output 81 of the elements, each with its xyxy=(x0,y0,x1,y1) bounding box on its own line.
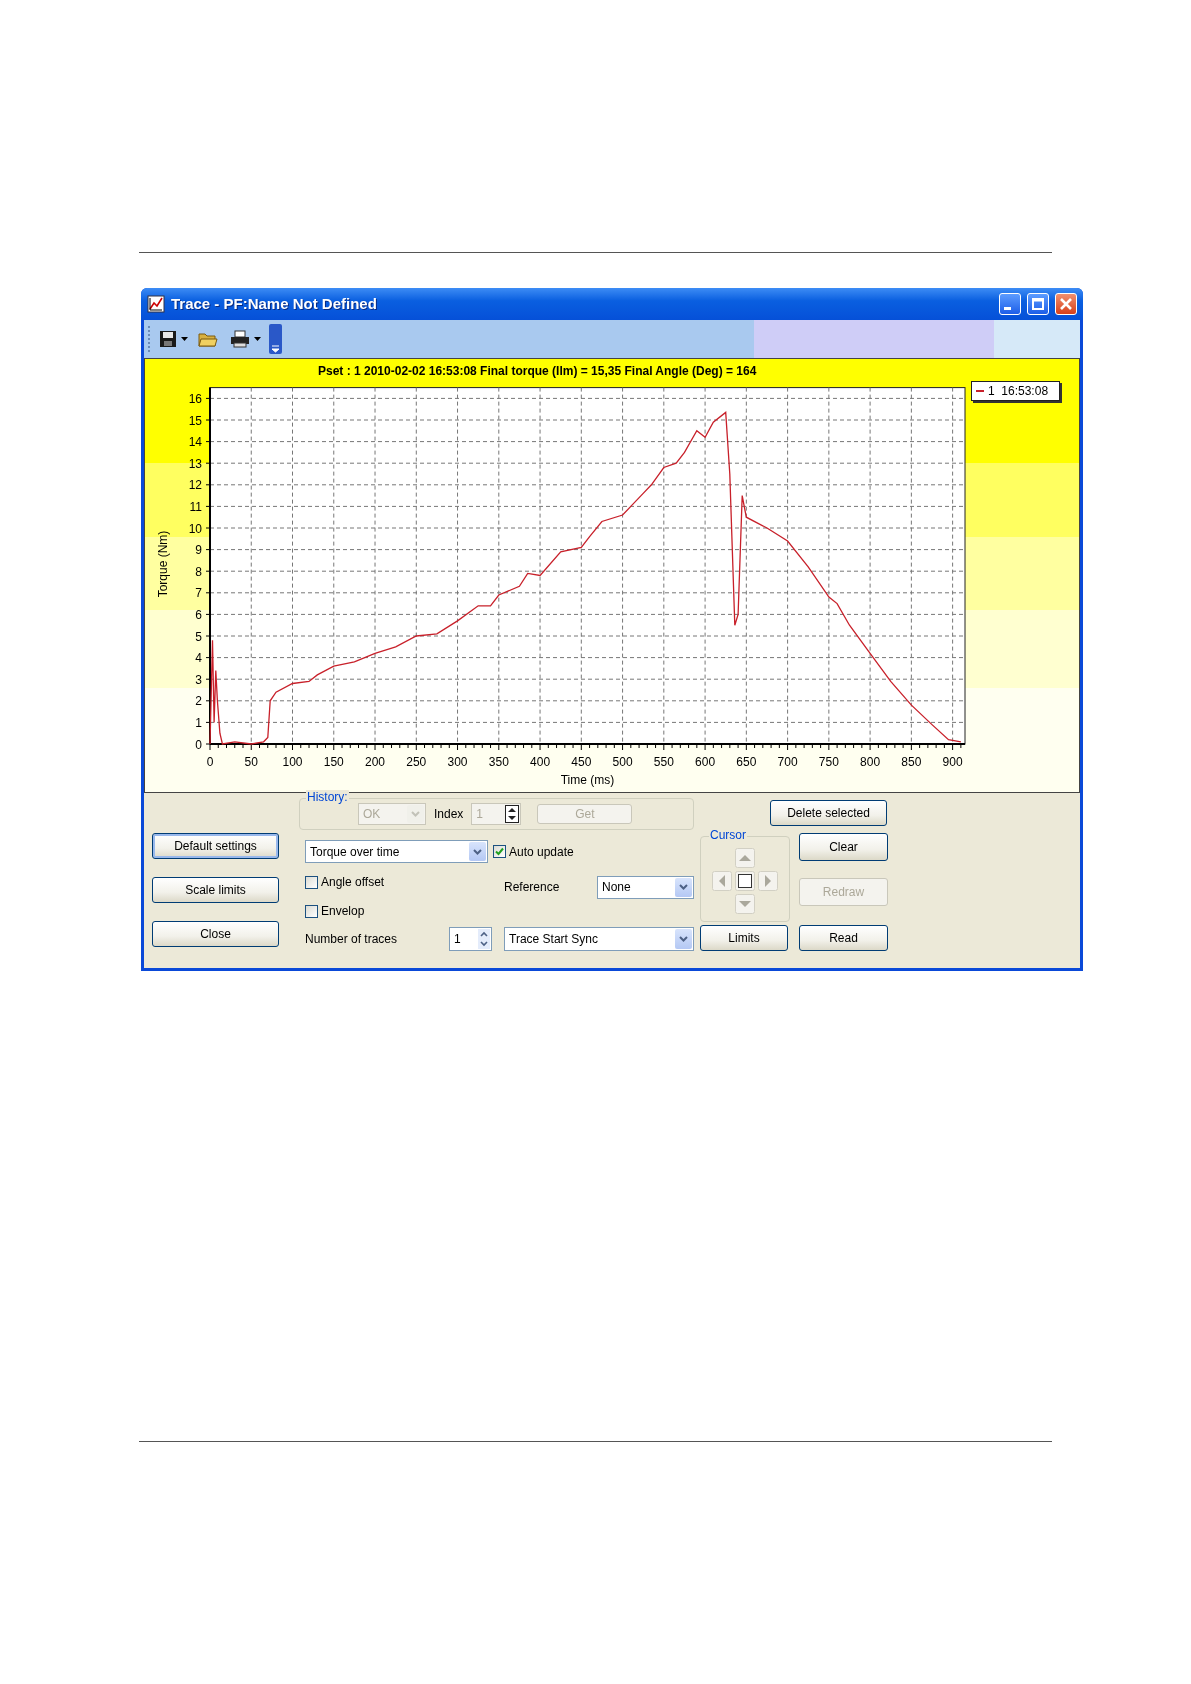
x-tick-label: 550 xyxy=(653,755,674,769)
x-tick-label: 600 xyxy=(695,755,716,769)
y-tick-label: 15 xyxy=(188,413,202,428)
x-tick-label: 300 xyxy=(447,755,468,769)
field-label: Index xyxy=(434,806,464,823)
y-tick-label: 5 xyxy=(195,629,202,644)
x-tick-label: 400 xyxy=(530,755,551,769)
chevron-down-icon xyxy=(473,848,482,855)
x-axis-title: Time (ms) xyxy=(560,773,615,787)
y-axis-title: Torque (Nm) xyxy=(156,530,170,598)
x-tick-label: 750 xyxy=(818,755,839,769)
x-tick-label: 100 xyxy=(282,755,303,769)
y-tick-label: 8 xyxy=(195,564,202,579)
maximize-button[interactable] xyxy=(1027,293,1049,315)
y-tick-label: 14 xyxy=(188,435,202,450)
x-tick-label: 850 xyxy=(901,755,922,769)
check-icon xyxy=(495,847,504,856)
x-tick-label: 650 xyxy=(736,755,757,769)
caret-icon[interactable] xyxy=(181,337,188,341)
chart-icon xyxy=(147,295,165,313)
maximize-icon xyxy=(1032,298,1044,310)
y-tick-label: 4 xyxy=(195,651,202,666)
folder-icon[interactable] xyxy=(198,331,218,347)
scale-limits-button[interactable]: Scale limits xyxy=(152,877,279,903)
y-tick-label: 11 xyxy=(189,499,202,514)
chart-title: Pset : 1 2010-02-02 16:53:08 Final torque (Ilm) = 15,35 Final Angle (Deg) = 164 xyxy=(317,363,758,380)
x-tick-label: 500 xyxy=(612,755,633,769)
x-tick-label: 450 xyxy=(571,755,592,769)
y-tick-label: 9 xyxy=(195,543,202,558)
close-button[interactable]: Close xyxy=(152,921,279,947)
close-button[interactable] xyxy=(1055,293,1077,315)
legend-label: 1 16:53:08 xyxy=(988,383,1049,400)
y-tick-label: 13 xyxy=(188,456,202,471)
printer-icon[interactable] xyxy=(230,330,250,348)
caret-icon[interactable] xyxy=(254,337,261,341)
delete-selected-button[interactable]: Delete selected xyxy=(770,800,887,826)
y-tick-label: 0 xyxy=(195,737,202,752)
checkbox[interactable]: Auto update xyxy=(493,842,574,861)
y-tick-label: 16 xyxy=(188,391,202,406)
minimize-button[interactable] xyxy=(999,293,1021,315)
y-tick-label: 1 xyxy=(195,715,202,730)
x-tick-label: 200 xyxy=(365,755,386,769)
checkbox[interactable]: Envelop xyxy=(305,902,365,920)
chevron-down-icon xyxy=(679,936,688,942)
limits-button[interactable]: Limits xyxy=(700,925,788,951)
field-label: Number of traces xyxy=(305,931,399,948)
x-tick-label: 700 xyxy=(777,755,798,769)
group-label: History: xyxy=(306,790,349,804)
chevron-down-icon xyxy=(679,884,688,890)
y-tick-label: 2 xyxy=(195,694,202,709)
default-settings-button[interactable]: Default settings xyxy=(152,833,279,859)
y-tick-label: 6 xyxy=(195,607,202,622)
square-icon[interactable] xyxy=(735,871,755,891)
x-tick-label: 800 xyxy=(860,755,881,769)
y-tick-label: 12 xyxy=(188,478,202,493)
clear-button[interactable]: Clear xyxy=(799,833,888,861)
x-tick-label: 350 xyxy=(488,755,509,769)
field-label: Reference xyxy=(504,879,561,896)
close-icon xyxy=(1060,298,1072,310)
x-tick-label: 0 xyxy=(206,755,214,769)
x-tick-label: 250 xyxy=(406,755,427,769)
y-tick-label: 10 xyxy=(188,521,202,536)
toolbar-grip[interactable] xyxy=(148,326,151,352)
window-title: Trace - PF:Name Not Defined xyxy=(171,293,378,314)
dropdown[interactable]: None xyxy=(597,875,694,899)
chevron-down-icon xyxy=(411,811,420,817)
x-tick-label: 50 xyxy=(244,755,258,769)
y-tick-label: 3 xyxy=(195,672,202,687)
spinner-arrows-icon xyxy=(505,805,520,823)
y-tick-label: 7 xyxy=(195,586,202,601)
x-tick-label: 900 xyxy=(942,755,963,769)
read-button[interactable]: Read xyxy=(799,925,888,951)
dropdown[interactable]: Torque over time xyxy=(305,840,488,863)
dropdown[interactable]: Trace Start Sync xyxy=(504,927,694,951)
minimize-icon xyxy=(1004,307,1011,310)
x-tick-label: 150 xyxy=(323,755,344,769)
group-label: Cursor xyxy=(709,828,747,842)
spinner-arrows-icon xyxy=(478,929,490,949)
overflow-button[interactable] xyxy=(269,324,282,354)
spin-field[interactable]: 1 xyxy=(449,927,492,951)
checkbox[interactable]: Angle offset xyxy=(305,873,504,891)
